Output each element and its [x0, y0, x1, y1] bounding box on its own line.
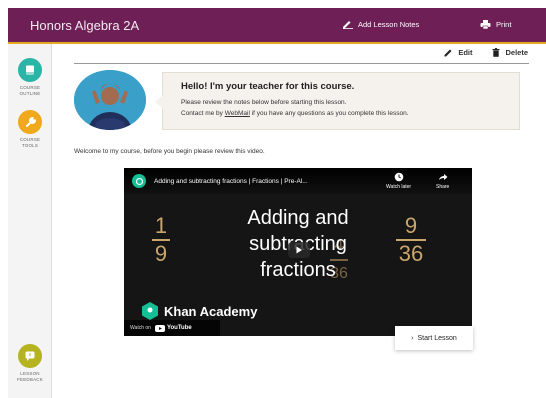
brand-name: Khan Academy — [164, 303, 258, 319]
chevron-right-icon: › — [411, 334, 414, 342]
watch-on-youtube-button[interactable]: Watch on YouTube — [124, 320, 220, 336]
teacher-intro-callout: Hello! I'm your teacher for this course.… — [155, 72, 520, 130]
edit-label: Edit — [458, 48, 473, 57]
edit-button[interactable]: Edit — [444, 48, 472, 57]
share-arrow-icon — [438, 174, 448, 180]
video-overlay-title-line-1: Adding and — [247, 207, 349, 229]
play-icon — [296, 246, 302, 254]
video-player[interactable]: 1 9 4 36 9 36 Adding and subtracting fra… — [124, 168, 472, 336]
delete-button[interactable]: Delete — [492, 48, 528, 57]
share-button[interactable]: Share — [436, 172, 449, 190]
sidebar-item-label: TOOLS — [21, 143, 39, 148]
video-title[interactable]: Adding and subtracting fractions | Fract… — [154, 178, 308, 185]
youtube-label: YouTube — [166, 325, 192, 331]
start-lesson-button[interactable]: › Start Lesson — [395, 326, 473, 350]
play-button[interactable] — [288, 242, 310, 258]
course-header: Honors Algebra 2A Add Lesson Notes Print — [8, 8, 546, 42]
print-label: Print — [496, 20, 512, 29]
wrench-icon — [18, 110, 42, 134]
watch-later-label: Watch later — [386, 184, 412, 190]
pencil-icon — [343, 21, 353, 29]
intro-line-1: Please review the notes below before sta… — [181, 99, 347, 106]
watch-later-button[interactable]: Watch later — [386, 172, 411, 190]
intro-line-2-suffix: if you have any questions as you complet… — [251, 110, 409, 117]
sidebar-item-label: FEEDBACK — [17, 377, 43, 382]
sidebar-item-course-outline[interactable]: COURSE OUTLINE — [8, 58, 52, 97]
start-lesson-label: Start Lesson — [417, 334, 457, 342]
intro-line-2: Contact me by WebMail if you have any qu… — [181, 108, 501, 119]
intro-heading: Hello! I'm your teacher for this course. — [181, 81, 355, 92]
pencil-icon — [444, 49, 452, 57]
video-overlay-title-line-3: fractions — [260, 259, 336, 281]
khan-academy-hex-icon — [142, 302, 158, 320]
youtube-logo-icon — [154, 324, 165, 332]
webmail-link[interactable]: WebMail — [225, 110, 250, 117]
intro-line-2-prefix: Contact me by — [181, 110, 223, 117]
add-lesson-notes-button[interactable]: Add Lesson Notes — [342, 20, 419, 29]
clock-icon — [394, 172, 403, 182]
teacher-avatar — [74, 70, 146, 130]
trash-icon — [492, 48, 500, 57]
course-sidebar: COURSE OUTLINE COURSE TOOLS LESSON FEEDB… — [8, 44, 52, 398]
printer-icon — [480, 20, 491, 29]
book-icon — [18, 58, 42, 82]
delete-label: Delete — [505, 48, 528, 57]
print-button[interactable]: Print — [480, 20, 511, 29]
video-title-bar: Adding and subtracting fractions | Fract… — [124, 168, 472, 194]
sidebar-item-lesson-feedback[interactable]: LESSON FEEDBACK — [8, 344, 52, 383]
sidebar-item-label: OUTLINE — [19, 91, 41, 96]
share-label: Share — [436, 184, 450, 190]
toolbar-divider — [74, 63, 529, 64]
course-title: Honors Algebra 2A — [30, 17, 140, 33]
feedback-icon — [18, 344, 42, 368]
sidebar-item-course-tools[interactable]: COURSE TOOLS — [8, 110, 52, 149]
watch-on-label: Watch on — [130, 325, 151, 331]
khan-academy-brand: Khan Academy — [142, 302, 257, 320]
add-lesson-notes-label: Add Lesson Notes — [358, 20, 420, 29]
khan-academy-logo-icon — [132, 174, 146, 188]
welcome-text: Welcome to my course, before you begin p… — [74, 148, 265, 155]
lesson-toolbar: Edit Delete — [444, 48, 528, 57]
